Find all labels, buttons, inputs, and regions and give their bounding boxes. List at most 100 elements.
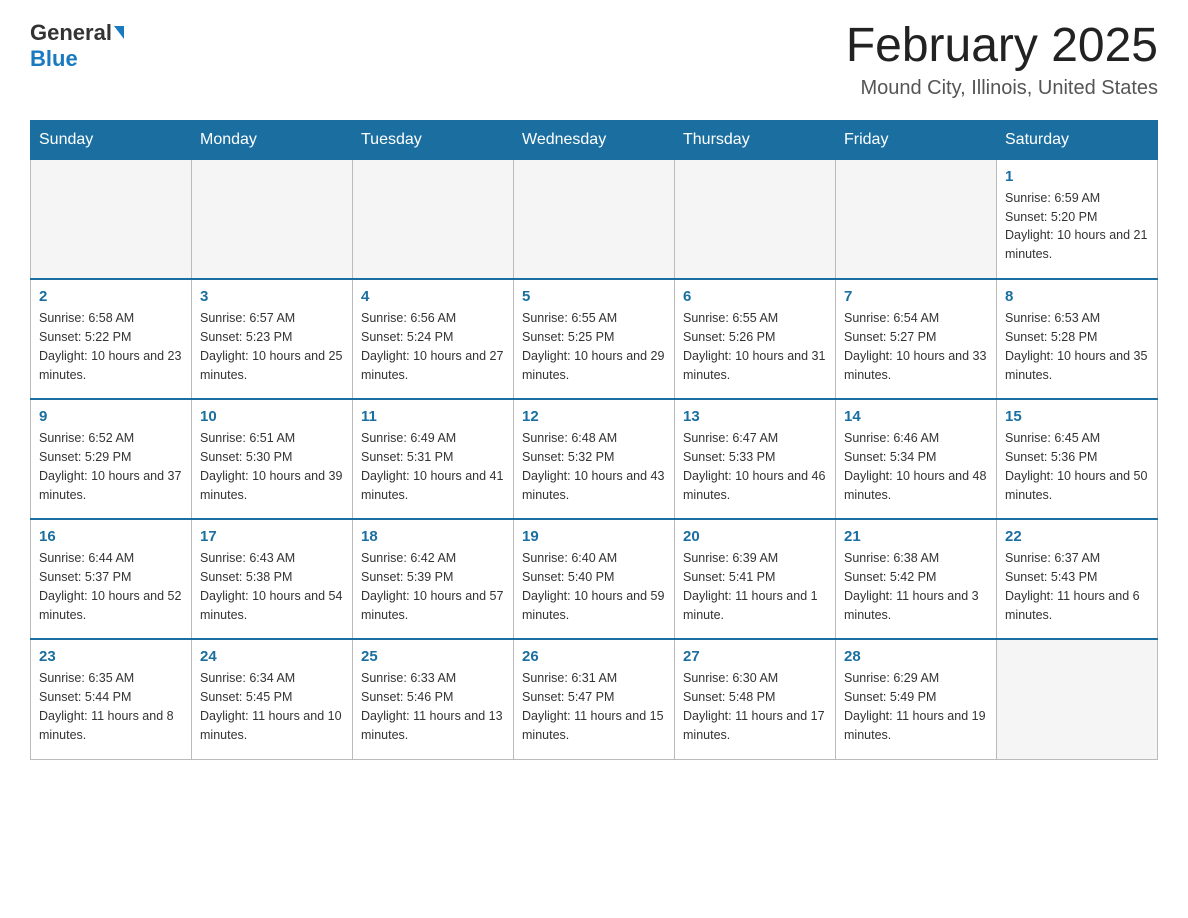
- calendar-table: Sunday Monday Tuesday Wednesday Thursday…: [30, 120, 1158, 760]
- calendar-cell: 28 Sunrise: 6:29 AMSunset: 5:49 PMDayligh…: [836, 639, 997, 759]
- calendar-week-1: 1 Sunrise: 6:59 AMSunset: 5:20 PMDaylight…: [31, 159, 1158, 279]
- day-number: 2: [39, 288, 183, 305]
- day-number: 10: [200, 408, 344, 425]
- calendar-cell: 21 Sunrise: 6:38 AMSunset: 5:42 PMDayligh…: [836, 519, 997, 639]
- calendar-cell: [836, 159, 997, 279]
- day-info: Sunrise: 6:57 AMSunset: 5:23 PMDaylight:…: [200, 309, 344, 384]
- calendar-cell: 13 Sunrise: 6:47 AMSunset: 5:33 PMDayligh…: [675, 399, 836, 519]
- col-sunday: Sunday: [31, 120, 192, 159]
- day-number: 12: [522, 408, 666, 425]
- calendar-cell: 9 Sunrise: 6:52 AMSunset: 5:29 PMDaylight…: [31, 399, 192, 519]
- calendar-cell: [192, 159, 353, 279]
- day-number: 13: [683, 408, 827, 425]
- col-wednesday: Wednesday: [514, 120, 675, 159]
- location-label: Mound City, Illinois, United States: [846, 77, 1158, 100]
- day-number: 23: [39, 648, 183, 665]
- calendar-week-3: 9 Sunrise: 6:52 AMSunset: 5:29 PMDaylight…: [31, 399, 1158, 519]
- calendar-cell: 18 Sunrise: 6:42 AMSunset: 5:39 PMDayligh…: [353, 519, 514, 639]
- day-number: 1: [1005, 168, 1149, 185]
- day-number: 15: [1005, 408, 1149, 425]
- day-number: 19: [522, 528, 666, 545]
- title-area: February 2025 Mound City, Illinois, Unit…: [846, 20, 1158, 100]
- day-info: Sunrise: 6:38 AMSunset: 5:42 PMDaylight:…: [844, 549, 988, 624]
- calendar-cell: 4 Sunrise: 6:56 AMSunset: 5:24 PMDaylight…: [353, 279, 514, 399]
- month-title: February 2025: [846, 20, 1158, 73]
- calendar-cell: 27 Sunrise: 6:30 AMSunset: 5:48 PMDayligh…: [675, 639, 836, 759]
- logo-triangle-icon: [114, 26, 124, 39]
- day-number: 27: [683, 648, 827, 665]
- day-number: 18: [361, 528, 505, 545]
- calendar-cell: 14 Sunrise: 6:46 AMSunset: 5:34 PMDayligh…: [836, 399, 997, 519]
- day-info: Sunrise: 6:31 AMSunset: 5:47 PMDaylight:…: [522, 669, 666, 744]
- calendar-cell: 24Sunrise: 6:34 AMSunset: 5:45 PMDayligh…: [192, 639, 353, 759]
- day-info: Sunrise: 6:44 AMSunset: 5:37 PMDaylight:…: [39, 549, 183, 624]
- day-info: Sunrise: 6:37 AMSunset: 5:43 PMDaylight:…: [1005, 549, 1149, 624]
- calendar-cell: 22 Sunrise: 6:37 AMSunset: 5:43 PMDayligh…: [997, 519, 1158, 639]
- calendar-cell: [353, 159, 514, 279]
- day-number: 3: [200, 288, 344, 305]
- day-number: 16: [39, 528, 183, 545]
- calendar-cell: 23Sunrise: 6:35 AMSunset: 5:44 PMDayligh…: [31, 639, 192, 759]
- calendar-cell: [675, 159, 836, 279]
- calendar-cell: 26 Sunrise: 6:31 AMSunset: 5:47 PMDayligh…: [514, 639, 675, 759]
- day-number: 26: [522, 648, 666, 665]
- day-info: Sunrise: 6:33 AMSunset: 5:46 PMDaylight:…: [361, 669, 505, 744]
- day-number: 28: [844, 648, 988, 665]
- day-number: 24: [200, 648, 344, 665]
- day-number: 7: [844, 288, 988, 305]
- calendar-cell: 20 Sunrise: 6:39 AMSunset: 5:41 PMDayligh…: [675, 519, 836, 639]
- day-info: Sunrise: 6:53 AMSunset: 5:28 PMDaylight:…: [1005, 309, 1149, 384]
- calendar-cell: 7Sunrise: 6:54 AMSunset: 5:27 PMDaylight…: [836, 279, 997, 399]
- calendar-cell: 12 Sunrise: 6:48 AMSunset: 5:32 PMDayligh…: [514, 399, 675, 519]
- day-number: 22: [1005, 528, 1149, 545]
- day-number: 4: [361, 288, 505, 305]
- calendar-cell: 17 Sunrise: 6:43 AMSunset: 5:38 PMDayligh…: [192, 519, 353, 639]
- day-info: Sunrise: 6:55 AMSunset: 5:25 PMDaylight:…: [522, 309, 666, 384]
- calendar-cell: 2 Sunrise: 6:58 AMSunset: 5:22 PMDaylight…: [31, 279, 192, 399]
- day-number: 6: [683, 288, 827, 305]
- calendar-cell: 11 Sunrise: 6:49 AMSunset: 5:31 PMDayligh…: [353, 399, 514, 519]
- day-info: Sunrise: 6:49 AMSunset: 5:31 PMDaylight:…: [361, 429, 505, 504]
- day-number: 25: [361, 648, 505, 665]
- col-saturday: Saturday: [997, 120, 1158, 159]
- day-number: 14: [844, 408, 988, 425]
- calendar-cell: 3 Sunrise: 6:57 AMSunset: 5:23 PMDaylight…: [192, 279, 353, 399]
- day-info: Sunrise: 6:46 AMSunset: 5:34 PMDaylight:…: [844, 429, 988, 504]
- day-info: Sunrise: 6:30 AMSunset: 5:48 PMDaylight:…: [683, 669, 827, 744]
- day-info: Sunrise: 6:42 AMSunset: 5:39 PMDaylight:…: [361, 549, 505, 624]
- logo-blue-text: Blue: [30, 46, 78, 72]
- calendar-cell: 15 Sunrise: 6:45 AMSunset: 5:36 PMDayligh…: [997, 399, 1158, 519]
- day-info: Sunrise: 6:51 AMSunset: 5:30 PMDaylight:…: [200, 429, 344, 504]
- calendar-cell: 16 Sunrise: 6:44 AMSunset: 5:37 PMDayligh…: [31, 519, 192, 639]
- calendar-cell: 25 Sunrise: 6:33 AMSunset: 5:46 PMDayligh…: [353, 639, 514, 759]
- day-info: Sunrise: 6:47 AMSunset: 5:33 PMDaylight:…: [683, 429, 827, 504]
- col-thursday: Thursday: [675, 120, 836, 159]
- weekday-header-row: Sunday Monday Tuesday Wednesday Thursday…: [31, 120, 1158, 159]
- calendar-cell: [997, 639, 1158, 759]
- day-info: Sunrise: 6:52 AMSunset: 5:29 PMDaylight:…: [39, 429, 183, 504]
- col-monday: Monday: [192, 120, 353, 159]
- day-info: Sunrise: 6:48 AMSunset: 5:32 PMDaylight:…: [522, 429, 666, 504]
- calendar-cell: 5Sunrise: 6:55 AMSunset: 5:25 PMDaylight…: [514, 279, 675, 399]
- day-info: Sunrise: 6:58 AMSunset: 5:22 PMDaylight:…: [39, 309, 183, 384]
- day-number: 11: [361, 408, 505, 425]
- day-info: Sunrise: 6:45 AMSunset: 5:36 PMDaylight:…: [1005, 429, 1149, 504]
- calendar-cell: 8Sunrise: 6:53 AMSunset: 5:28 PMDaylight…: [997, 279, 1158, 399]
- page-header: General Blue February 2025 Mound City, I…: [30, 20, 1158, 100]
- calendar-cell: 10 Sunrise: 6:51 AMSunset: 5:30 PMDayligh…: [192, 399, 353, 519]
- day-number: 21: [844, 528, 988, 545]
- day-number: 9: [39, 408, 183, 425]
- day-info: Sunrise: 6:39 AMSunset: 5:41 PMDaylight:…: [683, 549, 827, 624]
- calendar-cell: 19Sunrise: 6:40 AMSunset: 5:40 PMDayligh…: [514, 519, 675, 639]
- calendar-cell: [514, 159, 675, 279]
- calendar-cell: 6Sunrise: 6:55 AMSunset: 5:26 PMDaylight…: [675, 279, 836, 399]
- col-tuesday: Tuesday: [353, 120, 514, 159]
- day-number: 20: [683, 528, 827, 545]
- day-number: 17: [200, 528, 344, 545]
- day-info: Sunrise: 6:29 AMSunset: 5:49 PMDaylight:…: [844, 669, 988, 744]
- day-info: Sunrise: 6:56 AMSunset: 5:24 PMDaylight:…: [361, 309, 505, 384]
- calendar-week-5: 23Sunrise: 6:35 AMSunset: 5:44 PMDayligh…: [31, 639, 1158, 759]
- day-info: Sunrise: 6:59 AMSunset: 5:20 PMDaylight:…: [1005, 189, 1149, 264]
- day-info: Sunrise: 6:43 AMSunset: 5:38 PMDaylight:…: [200, 549, 344, 624]
- logo-top: General: [30, 20, 124, 46]
